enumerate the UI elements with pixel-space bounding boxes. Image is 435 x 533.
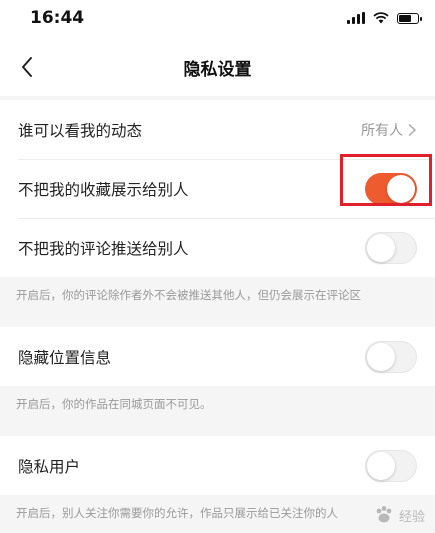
highlight-box [340,154,432,206]
watermark-text: 经验 [398,509,425,525]
toggle-knob [367,233,395,262]
watermark: 经验 [373,504,425,526]
status-icons [347,12,422,24]
hide-comments-row: 不把我的评论推送给别人 [0,218,435,277]
hide-location-label: 隐藏位置信息 [18,348,112,367]
battery-icon [397,12,422,24]
chevron-right-icon [408,123,417,136]
private-user-row: 隐私用户 [0,436,435,495]
hide-location-row: 隐藏位置信息 [0,327,435,386]
private-user-label: 隐私用户 [18,457,81,476]
hide-comments-label: 不把我的评论推送给别人 [18,239,189,258]
nav-bar: 隐私设置 [0,38,435,96]
settings-section-private: 隐私用户 [0,436,435,495]
hide-comments-toggle[interactable] [365,231,417,264]
signal-icon [347,12,365,24]
page-title: 隐私设置 [183,60,252,80]
who-can-see-value[interactable]: 所有人 [361,120,417,140]
who-can-see-value-text: 所有人 [361,122,403,139]
toggle-knob [367,342,395,371]
who-can-see-row[interactable]: 谁可以看我的动态 所有人 [0,100,435,159]
status-time: 16:44 [30,8,85,28]
private-user-note: 开启后，别人关注你需要你的允许，作品只展示给已关注你的人 [16,506,338,520]
who-can-see-label: 谁可以看我的动态 [18,121,143,140]
hide-location-note: 开启后，你的作品在同城页面不可见。 [16,397,212,411]
hide-favorites-label: 不把我的收藏展示给别人 [18,180,189,199]
toggle-knob [367,451,395,480]
hide-comments-note: 开启后，你的评论除作者外不会被推送其他人，但仍会展示在评论区 [16,288,361,302]
wifi-icon [373,12,389,24]
private-user-toggle[interactable] [365,449,417,482]
hide-location-toggle[interactable] [365,340,417,373]
status-bar: 16:44 [0,0,435,38]
paw-logo-icon [376,506,392,523]
settings-section-location: 隐藏位置信息 [0,327,435,386]
